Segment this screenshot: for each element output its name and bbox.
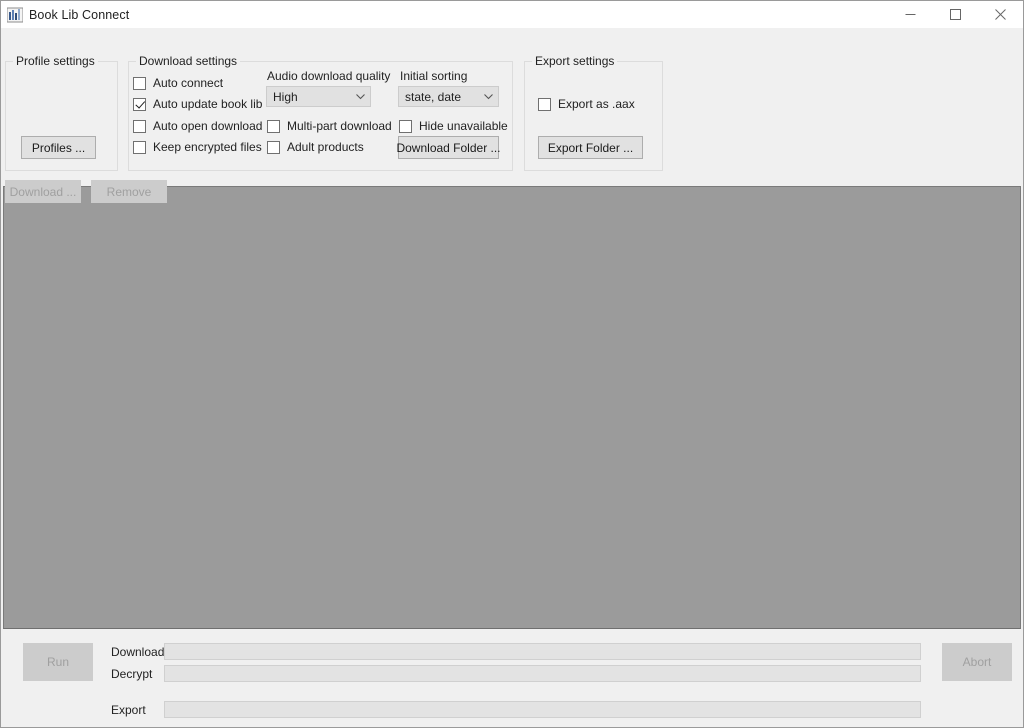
audio-quality-label: Audio download quality — [267, 69, 391, 83]
status-bar: Run Download Decrypt Export Abort — [1, 629, 1023, 727]
window-title: Book Lib Connect — [29, 7, 130, 22]
decrypt-progress-bar — [164, 665, 921, 682]
book-list-panel[interactable] — [3, 186, 1021, 629]
chevron-down-glyph — [483, 93, 493, 99]
chevron-down-icon — [478, 93, 498, 100]
title-bar: Book Lib Connect — [1, 1, 1023, 28]
minimize-icon — [905, 14, 916, 15]
keep-encrypted-files-label: Keep encrypted files — [153, 140, 262, 154]
download-folder-button[interactable]: Download Folder ... — [396, 136, 501, 159]
initial-sorting-value: state, date — [405, 89, 462, 104]
auto-connect-label: Auto connect — [153, 76, 224, 90]
checkbox-auto-open-download[interactable]: Auto open download — [133, 119, 262, 133]
remove-button[interactable]: Remove — [91, 180, 167, 203]
checkbox-auto-connect[interactable]: Auto connect — [133, 76, 223, 90]
application-window: Book Lib Connect Profile settings Profil… — [0, 0, 1024, 728]
auto-update-book-lib-label: Auto update book lib — [153, 97, 263, 111]
export-progress-label: Export — [111, 703, 146, 717]
maximize-icon — [950, 9, 961, 20]
initial-sorting-select[interactable]: state, date — [398, 86, 499, 107]
close-button[interactable] — [978, 1, 1023, 28]
profile-settings-title: Profile settings — [13, 54, 98, 68]
export-as-aax-label: Export as .aax — [558, 97, 635, 111]
profiles-button[interactable]: Profiles ... — [21, 136, 96, 159]
checkbox-auto-update-book-lib[interactable]: Auto update book lib — [133, 97, 262, 111]
settings-strip: Profile settings Profiles ... Download s… — [1, 28, 1023, 203]
multi-part-download-checkbox-box — [267, 119, 280, 133]
close-icon — [995, 9, 1006, 20]
minimize-button[interactable] — [888, 1, 933, 28]
abort-button[interactable]: Abort — [942, 643, 1012, 681]
checkbox-multi-part-download[interactable]: Multi-part download — [267, 119, 392, 133]
auto-update-book-lib-checkbox-box — [133, 97, 146, 111]
auto-open-download-checkbox-box — [133, 119, 146, 133]
maximize-button[interactable] — [933, 1, 978, 28]
initial-sorting-label: Initial sorting — [400, 69, 468, 83]
app-chart-icon — [7, 7, 23, 22]
checkbox-hide-unavailable[interactable]: Hide unavailable — [399, 119, 508, 133]
run-button[interactable]: Run — [23, 643, 93, 681]
download-progress-bar — [164, 643, 921, 660]
hide-unavailable-checkbox-box — [399, 119, 412, 133]
export-settings-title: Export settings — [532, 54, 618, 68]
audio-quality-select[interactable]: High — [266, 86, 371, 107]
decrypt-progress-label: Decrypt — [111, 667, 153, 681]
hide-unavailable-label: Hide unavailable — [419, 119, 508, 133]
checkbox-adult-products[interactable]: Adult products — [267, 140, 364, 154]
audio-quality-value: High — [273, 89, 298, 104]
keep-encrypted-files-checkbox-box — [133, 140, 146, 154]
adult-products-checkbox-box — [267, 140, 280, 154]
multi-part-download-label: Multi-part download — [287, 119, 392, 133]
checkbox-export-as-aax[interactable]: Export as .aax — [538, 97, 635, 111]
window-controls — [888, 1, 1023, 28]
download-progress-label: Download — [111, 645, 165, 659]
chevron-down-glyph — [355, 93, 365, 99]
checkbox-keep-encrypted-files[interactable]: Keep encrypted files — [133, 140, 262, 154]
auto-connect-checkbox-box — [133, 76, 146, 90]
auto-open-download-label: Auto open download — [153, 119, 263, 133]
chevron-down-icon — [350, 93, 370, 100]
export-folder-button[interactable]: Export Folder ... — [538, 136, 643, 159]
adult-products-label: Adult products — [287, 140, 364, 154]
export-as-aax-checkbox-box — [538, 97, 551, 111]
download-settings-title: Download settings — [136, 54, 241, 68]
export-progress-bar — [164, 701, 921, 718]
download-button[interactable]: Download ... — [5, 180, 81, 203]
